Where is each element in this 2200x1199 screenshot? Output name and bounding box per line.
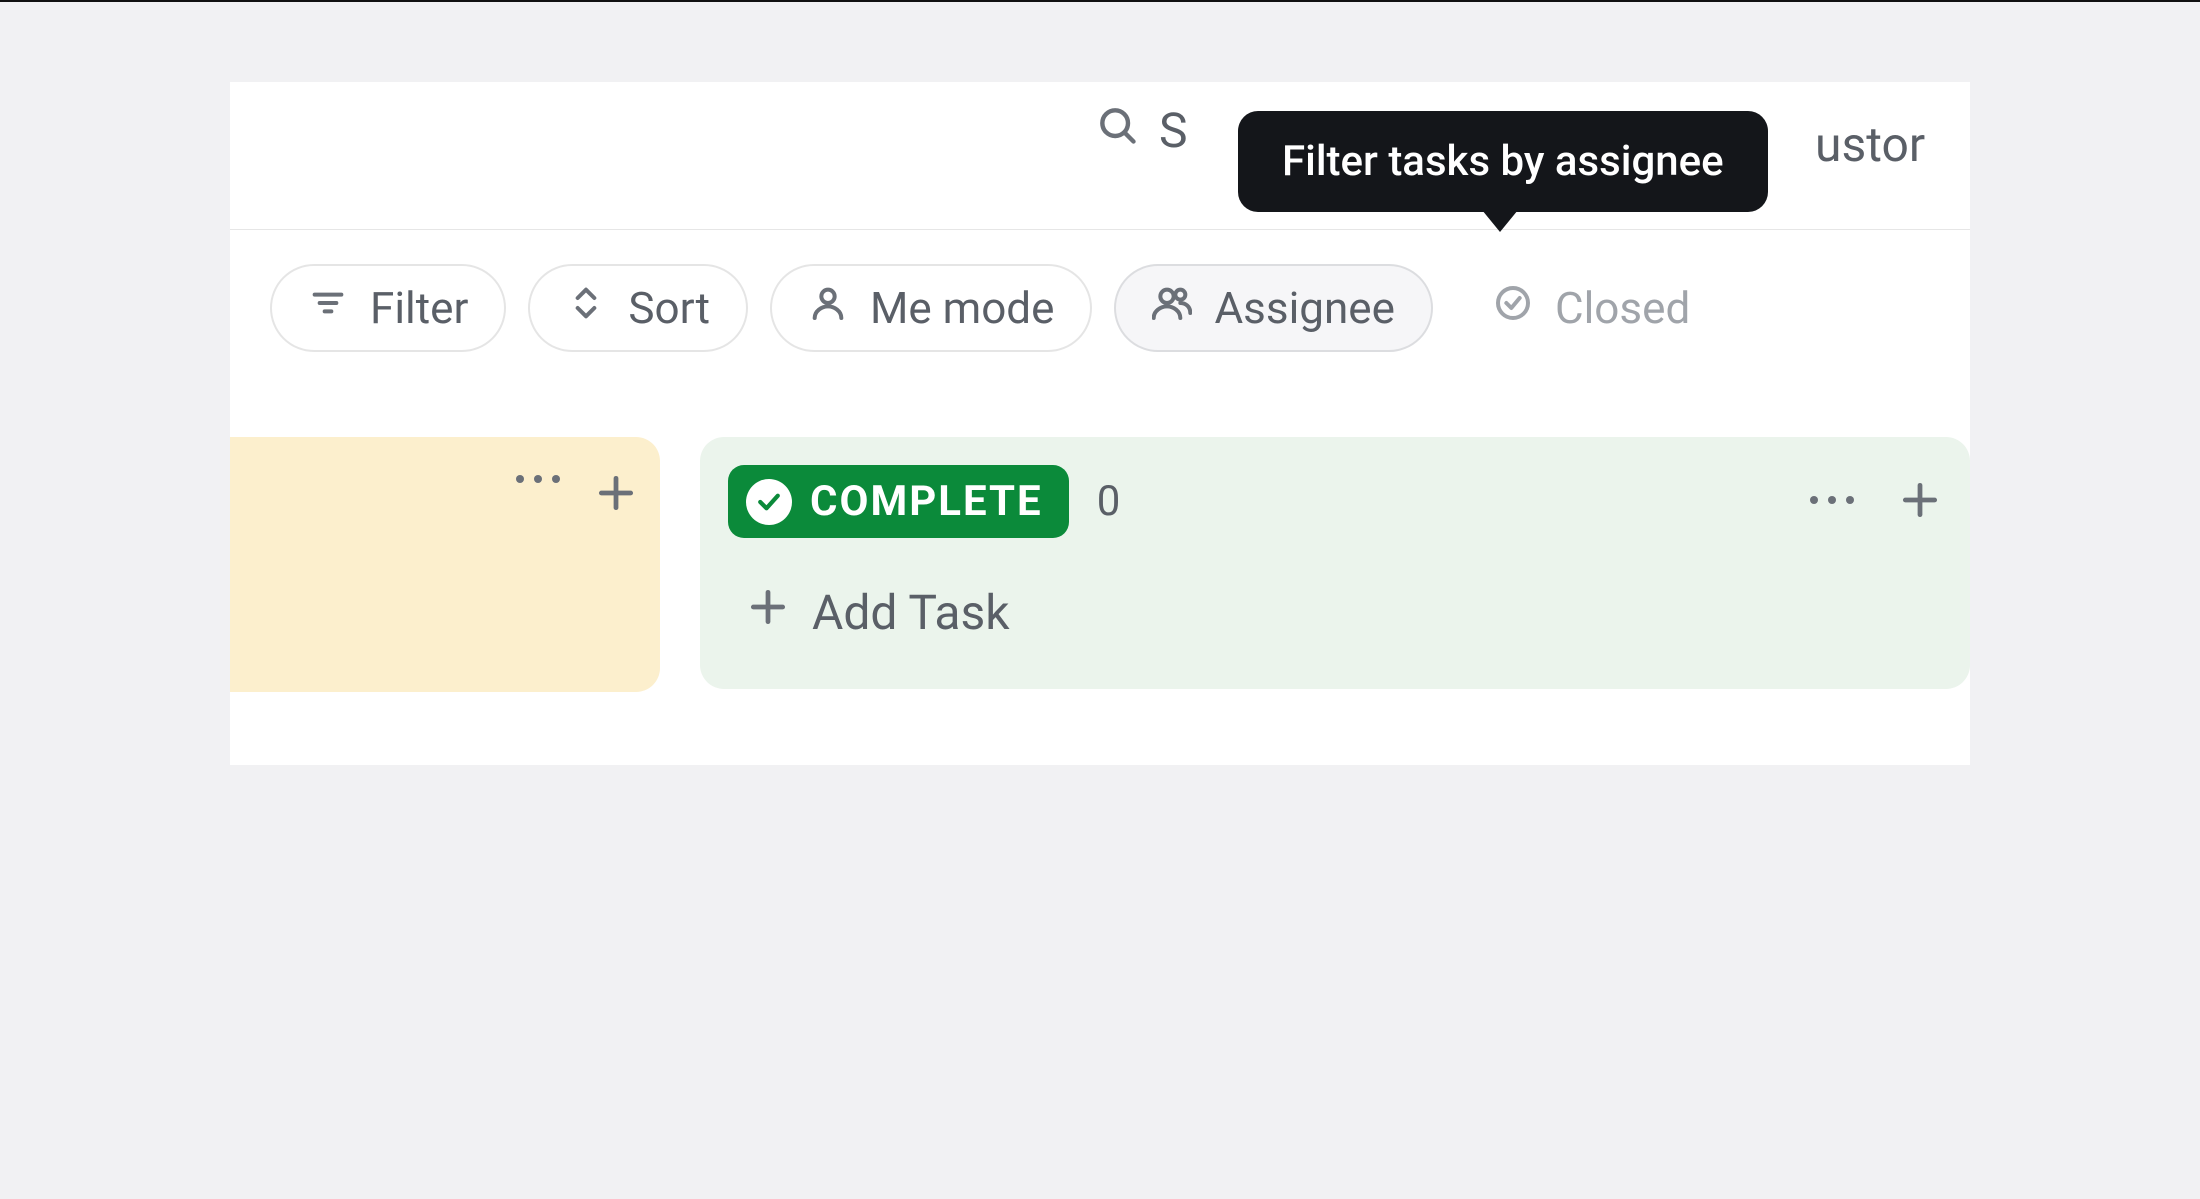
closed-button[interactable]: Closed <box>1455 264 1728 352</box>
column-menu-button[interactable] <box>514 471 562 490</box>
customize-text-fragment: ustor <box>1815 116 1925 173</box>
person-icon <box>808 282 848 334</box>
board: COMPLETE 0 <box>230 385 1970 765</box>
sort-button[interactable]: Sort <box>528 264 748 352</box>
sort-label: Sort <box>628 282 710 334</box>
column-menu-button[interactable] <box>1808 492 1856 511</box>
filter-icon <box>308 282 348 334</box>
column-add-button[interactable] <box>1898 478 1942 526</box>
me-mode-label: Me mode <box>870 282 1055 334</box>
column-header: COMPLETE 0 <box>728 465 1942 538</box>
column-review-partial <box>230 437 660 692</box>
more-icon <box>514 471 562 490</box>
check-icon <box>746 479 792 525</box>
status-badge-complete[interactable]: COMPLETE <box>728 465 1069 538</box>
search-button[interactable]: S <box>1095 102 1188 159</box>
search-icon <box>1095 102 1139 159</box>
add-task-button[interactable]: Add Task <box>728 584 1942 641</box>
more-icon <box>1808 492 1856 511</box>
people-icon <box>1152 282 1192 334</box>
plus-icon <box>1898 507 1942 526</box>
tooltip-text: Filter tasks by assignee <box>1282 137 1724 186</box>
column-count: 0 <box>1097 477 1121 526</box>
search-text-fragment: S <box>1159 102 1188 159</box>
add-task-label: Add Task <box>812 584 1010 641</box>
column-complete: COMPLETE 0 <box>700 437 1970 689</box>
assignee-button[interactable]: Assignee <box>1114 264 1433 352</box>
closed-label: Closed <box>1555 282 1690 334</box>
plus-icon <box>746 584 790 641</box>
badge-label: COMPLETE <box>810 477 1043 526</box>
filter-bar: Filter Sort Me mode Assignee Closed <box>230 230 1970 385</box>
plus-icon <box>594 500 638 519</box>
column-add-button[interactable] <box>594 471 638 519</box>
check-circle-icon <box>1493 282 1533 334</box>
filter-label: Filter <box>370 282 468 334</box>
tooltip-tail-icon <box>1482 210 1518 232</box>
tooltip-assignee: Filter tasks by assignee <box>1238 111 1768 212</box>
app-frame: S ustor Filter tasks by assignee Filter … <box>230 82 1970 765</box>
filter-button[interactable]: Filter <box>270 264 506 352</box>
sort-icon <box>566 282 606 334</box>
me-mode-button[interactable]: Me mode <box>770 264 1093 352</box>
column-actions <box>1808 478 1942 526</box>
assignee-label: Assignee <box>1214 282 1395 334</box>
